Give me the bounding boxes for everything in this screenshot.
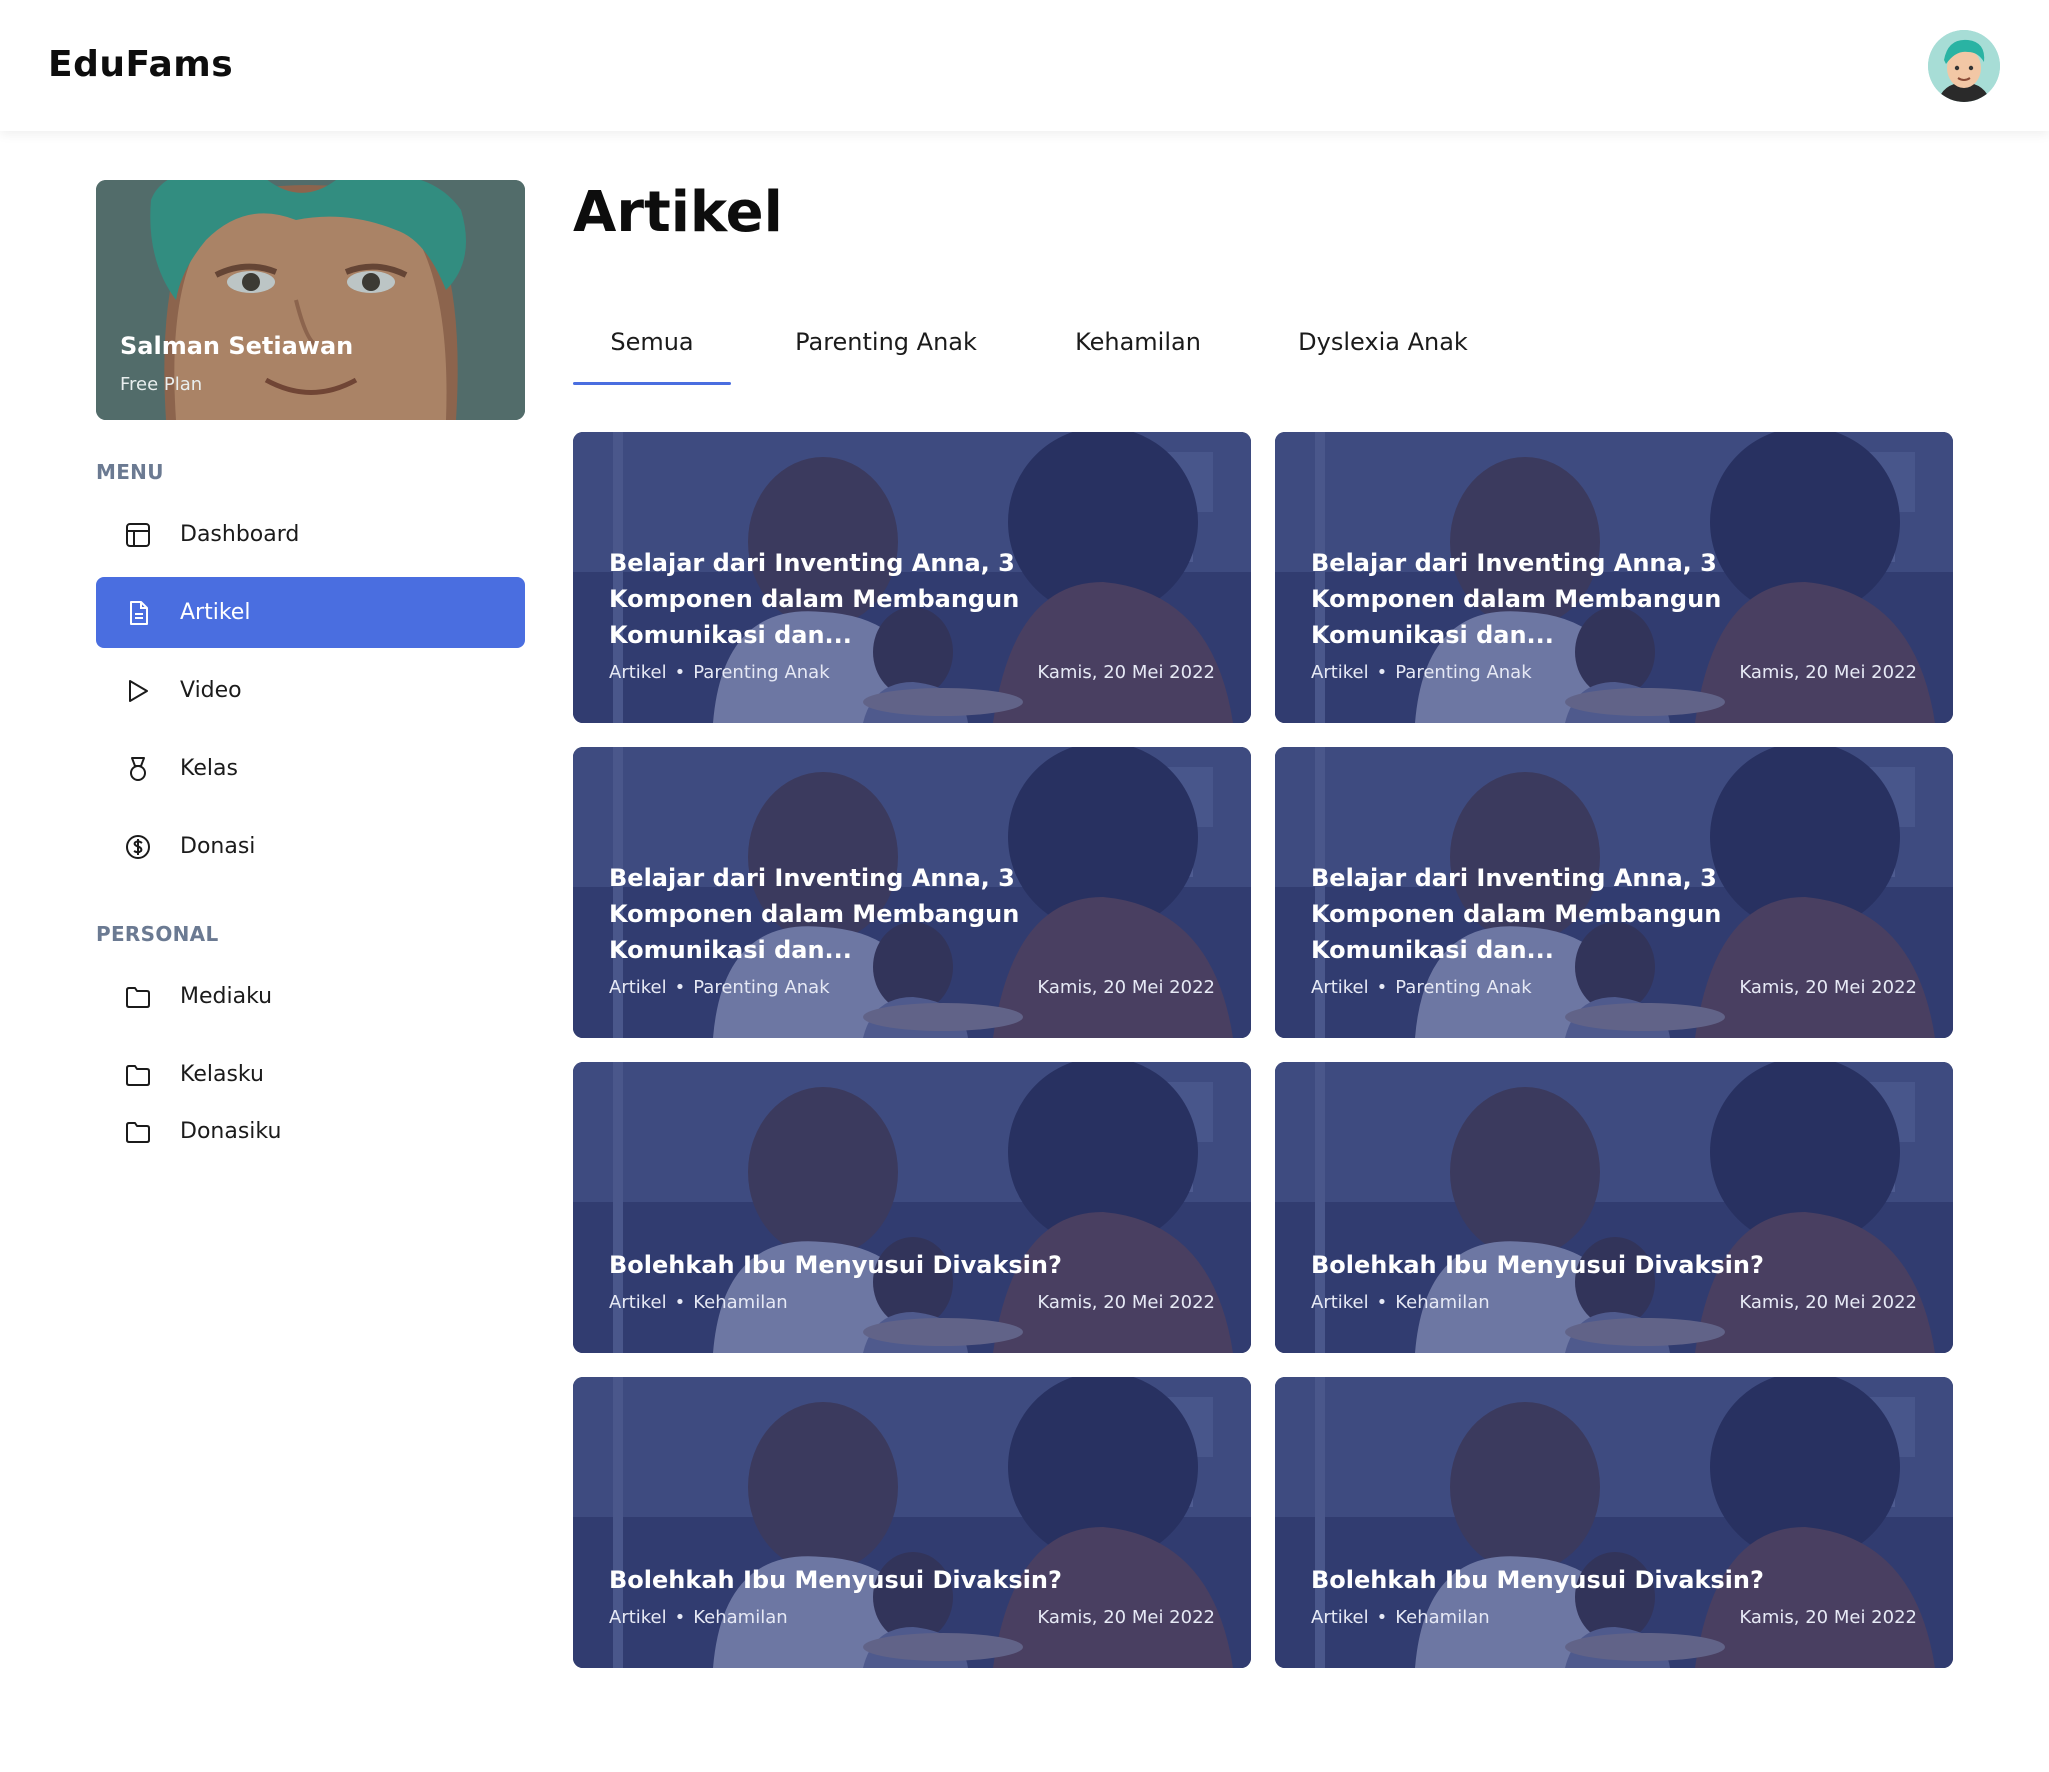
article-type: Artikel (609, 1292, 667, 1313)
profile-card[interactable]: Salman Setiawan Free Plan (96, 180, 525, 420)
tab-parenting-anak[interactable]: Parenting Anak (781, 320, 991, 388)
article-card[interactable]: Belajar dari Inventing Anna, 3 Komponen … (573, 432, 1251, 723)
article-type: Artikel (1311, 977, 1369, 998)
meta-separator: • (1376, 662, 1388, 683)
article-date: Kamis, 20 Mei 2022 (1739, 662, 1917, 683)
sidebar-item-donasi[interactable]: Donasi (96, 811, 525, 882)
page-title: Artikel (573, 180, 783, 245)
article-meta: Artikel • Parenting Anak (1311, 662, 1532, 683)
sidebar-item-mediaku[interactable]: Mediaku (96, 961, 525, 1032)
sidebar-item-donasiku[interactable]: Donasiku (96, 1118, 525, 1150)
article-date: Kamis, 20 Mei 2022 (1037, 662, 1215, 683)
profile-plan: Free Plan (120, 374, 203, 395)
article-category: Parenting Anak (693, 977, 830, 998)
article-meta: Artikel • Kehamilan (1311, 1292, 1490, 1313)
meta-separator: • (674, 662, 686, 683)
layout-icon (126, 523, 150, 547)
sidebar-item-kelas[interactable]: Kelas (96, 733, 525, 804)
folder-icon (126, 987, 150, 1008)
profile-name: Salman Setiawan (120, 332, 354, 360)
dollar-circle-icon (126, 835, 150, 859)
article-category: Kehamilan (693, 1292, 788, 1313)
article-title[interactable]: Bolehkah Ibu Menyusui Divaksin? (609, 1247, 1149, 1283)
article-title[interactable]: Belajar dari Inventing Anna, 3 Komponen … (609, 545, 1149, 653)
play-icon (129, 680, 148, 702)
folder-icon (126, 1122, 150, 1143)
brand-logo[interactable]: EduFams (48, 44, 233, 85)
article-type: Artikel (609, 1607, 667, 1628)
medal-icon (130, 757, 146, 781)
article-meta: Artikel • Kehamilan (609, 1607, 788, 1628)
tab-kehamilan[interactable]: Kehamilan (1043, 320, 1233, 388)
sidebar-item-artikel[interactable]: Artikel (96, 577, 525, 648)
menu-section-label: MENU (96, 460, 164, 484)
article-card[interactable]: Bolehkah Ibu Menyusui Divaksin? Artikel • K… (573, 1062, 1251, 1353)
sidebar-item-label: Video (180, 678, 242, 703)
avatar-illustration (1928, 30, 2000, 102)
article-date: Kamis, 20 Mei 2022 (1739, 1292, 1917, 1313)
article-title[interactable]: Belajar dari Inventing Anna, 3 Komponen … (609, 860, 1149, 968)
meta-separator: • (674, 977, 686, 998)
meta-separator: • (674, 1292, 686, 1313)
sidebar-item-dashboard[interactable]: Dashboard (96, 499, 525, 570)
sidebar-item-label: Mediaku (180, 984, 273, 1009)
article-card[interactable]: Belajar dari Inventing Anna, 3 Komponen … (573, 747, 1251, 1038)
article-type: Artikel (1311, 1607, 1369, 1628)
article-category: Kehamilan (693, 1607, 788, 1628)
article-date: Kamis, 20 Mei 2022 (1037, 1292, 1215, 1313)
sidebar-item-label: Dashboard (180, 522, 300, 547)
meta-separator: • (1376, 977, 1388, 998)
article-card[interactable]: Bolehkah Ibu Menyusui Divaksin? Artikel • K… (1275, 1062, 1953, 1353)
article-type: Artikel (1311, 1292, 1369, 1313)
sidebar-item-label: Donasi (180, 834, 256, 859)
sidebar-item-video[interactable]: Video (96, 655, 525, 726)
document-icon (130, 601, 148, 625)
article-meta: Artikel • Kehamilan (609, 1292, 788, 1313)
article-date: Kamis, 20 Mei 2022 (1037, 1607, 1215, 1628)
article-type: Artikel (609, 662, 667, 683)
sidebar-scroll-clip: Donasiku (96, 1118, 525, 1150)
sidebar-item-label: Artikel (180, 600, 251, 625)
article-category: Parenting Anak (693, 662, 830, 683)
article-card[interactable]: Belajar dari Inventing Anna, 3 Komponen … (1275, 747, 1953, 1038)
article-category: Parenting Anak (1395, 977, 1532, 998)
meta-separator: • (1376, 1292, 1388, 1313)
article-meta: Artikel • Kehamilan (1311, 1607, 1490, 1628)
article-meta: Artikel • Parenting Anak (609, 662, 830, 683)
article-title[interactable]: Belajar dari Inventing Anna, 3 Komponen … (1311, 545, 1851, 653)
sidebar-item-label: Kelasku (180, 1062, 264, 1087)
article-category: Kehamilan (1395, 1607, 1490, 1628)
user-avatar[interactable] (1928, 30, 2000, 102)
folder-icon (126, 1065, 150, 1086)
article-card[interactable]: Bolehkah Ibu Menyusui Divaksin? Artikel • K… (1275, 1377, 1953, 1668)
article-meta: Artikel • Parenting Anak (1311, 977, 1532, 998)
tab-semua[interactable]: Semua (573, 320, 731, 388)
article-title[interactable]: Belajar dari Inventing Anna, 3 Komponen … (1311, 860, 1851, 968)
meta-separator: • (1376, 1607, 1388, 1628)
article-date: Kamis, 20 Mei 2022 (1739, 977, 1917, 998)
sidebar-item-kelasku[interactable]: Kelasku (96, 1039, 525, 1110)
tab-dyslexia-anak[interactable]: Dyslexia Anak (1283, 320, 1483, 388)
personal-section-label: PERSONAL (96, 922, 219, 946)
article-title[interactable]: Bolehkah Ibu Menyusui Divaksin? (1311, 1247, 1851, 1283)
category-tabs: Semua Parenting Anak Kehamilan Dyslexia … (573, 320, 1953, 388)
article-card[interactable]: Belajar dari Inventing Anna, 3 Komponen … (1275, 432, 1953, 723)
article-category: Kehamilan (1395, 1292, 1490, 1313)
sidebar-item-label: Kelas (180, 756, 238, 781)
article-title[interactable]: Bolehkah Ibu Menyusui Divaksin? (609, 1562, 1149, 1598)
article-card[interactable]: Bolehkah Ibu Menyusui Divaksin? Artikel • K… (573, 1377, 1251, 1668)
article-type: Artikel (609, 977, 667, 998)
article-meta: Artikel • Parenting Anak (609, 977, 830, 998)
article-category: Parenting Anak (1395, 662, 1532, 683)
sidebar-item-label: Donasiku (180, 1119, 282, 1144)
top-bar: EduFams (0, 0, 2049, 131)
article-title[interactable]: Bolehkah Ibu Menyusui Divaksin? (1311, 1562, 1851, 1598)
article-date: Kamis, 20 Mei 2022 (1739, 1607, 1917, 1628)
article-type: Artikel (1311, 662, 1369, 683)
article-date: Kamis, 20 Mei 2022 (1037, 977, 1215, 998)
meta-separator: • (674, 1607, 686, 1628)
